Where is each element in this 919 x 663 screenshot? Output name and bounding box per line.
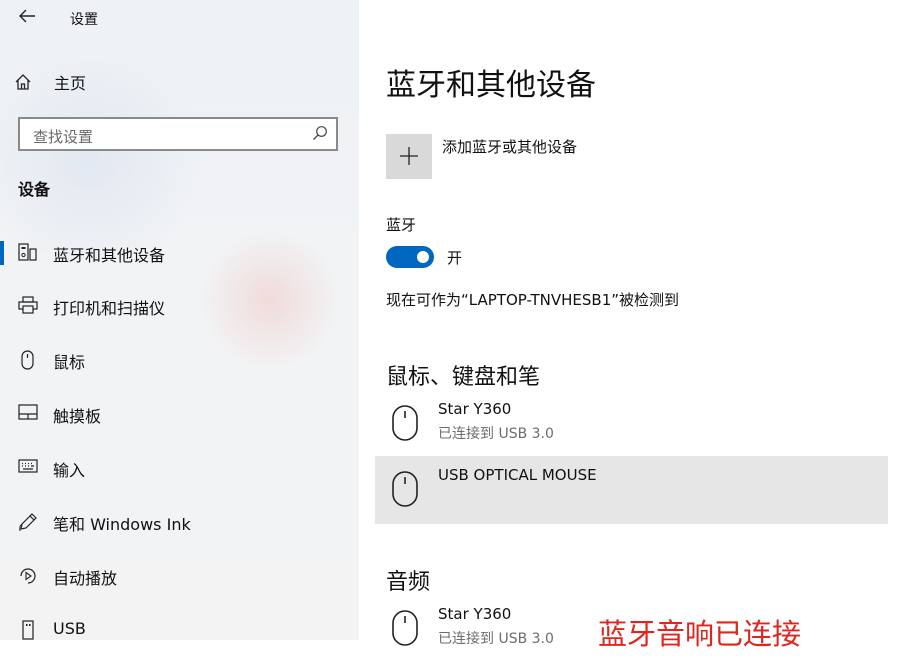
sidebar-item-pen[interactable]: 笔和 Windows Ink (0, 501, 359, 541)
device-status: 已连接到 USB 3.0 (438, 426, 554, 442)
mouse-icon (391, 470, 419, 512)
pen-icon (18, 512, 38, 532)
device-name: USB OPTICAL MOUSE (438, 466, 597, 484)
annotation-text: 蓝牙音响已连接 (598, 617, 802, 651)
sidebar-item-home[interactable]: 主页 (14, 68, 86, 96)
toggle-knob (417, 251, 429, 263)
section-title-mouse-keyboard-pen: 鼠标、键盘和笔 (386, 365, 541, 390)
sidebar-item-mouse[interactable]: 鼠标 (0, 339, 359, 379)
mouse-icon (18, 350, 38, 370)
bluetooth-devices-icon (18, 243, 38, 261)
keyboard-icon (18, 458, 38, 476)
autoplay-icon (18, 566, 38, 584)
home-icon (14, 73, 42, 91)
printer-icon (18, 296, 38, 314)
sidebar-item-label: 蓝牙和其他设备 (53, 246, 166, 265)
sidebar-item-label: 输入 (53, 461, 86, 480)
sidebar-item-label: 自动播放 (53, 569, 118, 588)
section-title-devices: 设备 (18, 180, 51, 199)
plus-icon (400, 147, 418, 165)
sidebar-item-printers[interactable]: 打印机和扫描仪 (0, 285, 359, 325)
sidebar-item-usb[interactable]: USB (0, 609, 359, 640)
device-item[interactable]: Star Y360 已连接到 USB 3.0 (375, 390, 888, 458)
bluetooth-state: 开 (447, 249, 463, 267)
home-label: 主页 (54, 74, 87, 93)
search-icon[interactable] (312, 125, 328, 145)
app-title: 设置 (70, 12, 98, 28)
sidebar-item-bluetooth[interactable]: 蓝牙和其他设备 (0, 232, 359, 272)
mouse-icon (391, 404, 419, 446)
sidebar-item-label: 打印机和扫描仪 (53, 299, 166, 318)
search-placeholder: 查找设置 (33, 128, 94, 146)
sidebar-item-label: 笔和 Windows Ink (53, 515, 191, 534)
device-item-selected[interactable]: USB OPTICAL MOUSE (375, 456, 888, 524)
audio-device-icon (391, 609, 419, 651)
page-title: 蓝牙和其他设备 (386, 68, 596, 103)
bluetooth-toggle[interactable] (386, 246, 434, 268)
bluetooth-label: 蓝牙 (386, 216, 417, 234)
sidebar-item-input[interactable]: 输入 (0, 447, 359, 487)
discoverable-text: 现在可作为“LAPTOP-TNVHESB1”被检测到 (386, 291, 680, 309)
section-title-audio: 音频 (386, 570, 431, 595)
sidebar-item-label: USB (53, 619, 86, 638)
device-status: 已连接到 USB 3.0 (438, 631, 554, 647)
sidebar-item-label: 触摸板 (53, 407, 102, 426)
sidebar-item-autoplay[interactable]: 自动播放 (0, 555, 359, 595)
add-device-label[interactable]: 添加蓝牙或其他设备 (442, 136, 577, 157)
device-name: Star Y360 (438, 605, 512, 623)
touchpad-icon (18, 404, 38, 422)
usb-icon (18, 620, 38, 640)
add-device-button[interactable] (386, 134, 432, 179)
back-arrow-icon[interactable] (14, 6, 40, 30)
search-input[interactable]: 查找设置 (18, 117, 338, 151)
sidebar-item-touchpad[interactable]: 触摸板 (0, 393, 359, 433)
sidebar: 设置 主页 查找设置 设备 蓝牙和其他设备 打印机和扫描仪 鼠标 触摸板 输入 … (0, 0, 359, 640)
device-name: Star Y360 (438, 400, 512, 418)
sidebar-item-label: 鼠标 (53, 353, 86, 372)
selection-indicator (0, 241, 4, 265)
